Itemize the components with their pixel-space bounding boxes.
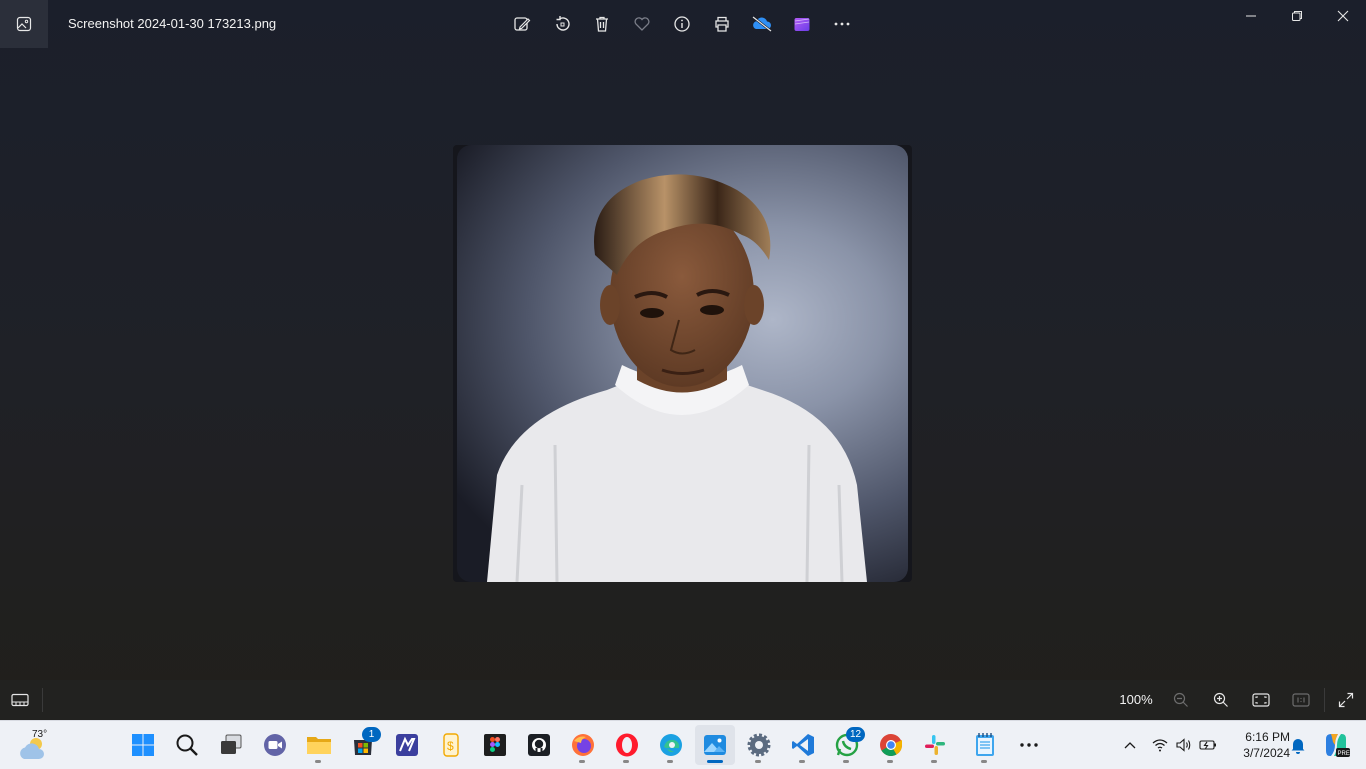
minimize-icon[interactable]	[1228, 0, 1274, 32]
edge-app[interactable]	[651, 725, 691, 765]
wifi-icon[interactable]	[1148, 725, 1172, 765]
notification-badge: 1	[362, 727, 381, 742]
firefox-app[interactable]	[563, 725, 603, 765]
notification-bell-icon[interactable]	[1284, 725, 1312, 765]
running-indicator	[623, 760, 629, 763]
filmstrip-toggle-icon[interactable]	[0, 680, 40, 720]
system-tray	[1118, 721, 1220, 769]
fit-to-window-icon[interactable]	[1241, 680, 1281, 720]
restore-icon[interactable]	[1274, 0, 1320, 32]
more-apps-button[interactable]	[1009, 725, 1049, 765]
photos-window: Screenshot 2024-01-30 173213.png 100%	[0, 0, 1366, 720]
svg-text:$: $	[447, 739, 454, 753]
full-screen-icon[interactable]	[1326, 680, 1366, 720]
chrome-app[interactable]	[871, 725, 911, 765]
close-icon[interactable]	[1320, 0, 1366, 32]
title-bar: Screenshot 2024-01-30 173213.png	[0, 0, 1366, 48]
running-indicator	[799, 760, 805, 763]
image-canvas[interactable]	[453, 145, 912, 582]
taskbar-clock[interactable]: 6:16 PM 3/7/2024	[1228, 729, 1290, 761]
opera-app[interactable]	[607, 725, 647, 765]
running-indicator	[843, 760, 849, 763]
actual-size-icon[interactable]	[1281, 680, 1321, 720]
divider	[1324, 688, 1325, 712]
photos-app[interactable]	[695, 725, 735, 765]
image-toolbar	[502, 4, 862, 44]
running-indicator	[707, 760, 723, 763]
running-indicator	[755, 760, 761, 763]
notepad-app[interactable]	[965, 725, 1005, 765]
whatsapp-app[interactable]: 12	[827, 725, 867, 765]
chevron-up-icon[interactable]	[1118, 725, 1142, 765]
search-button[interactable]	[167, 725, 207, 765]
copilot-pre-label: PRE	[1338, 751, 1350, 757]
more-options-icon[interactable]	[822, 4, 862, 44]
clock-time: 6:16 PM	[1245, 730, 1290, 744]
volume-icon[interactable]	[1172, 725, 1196, 765]
figma-app[interactable]	[475, 725, 515, 765]
photos-app-icon[interactable]	[0, 0, 48, 48]
microsoft-store-app[interactable]: 1	[343, 725, 383, 765]
clock-date: 3/7/2024	[1243, 746, 1290, 760]
settings-app[interactable]	[739, 725, 779, 765]
favorite-heart-icon[interactable]	[622, 4, 662, 44]
window-controls	[1228, 0, 1366, 32]
start-button[interactable]	[123, 725, 163, 765]
delete-icon[interactable]	[582, 4, 622, 44]
running-indicator	[315, 760, 321, 763]
weather-temperature: 73°	[32, 729, 48, 740]
running-indicator	[667, 760, 673, 763]
onedrive-sync-off-icon[interactable]	[742, 4, 782, 44]
notification-badge: 12	[846, 727, 865, 742]
running-indicator	[981, 760, 987, 763]
task-view-button[interactable]	[211, 725, 251, 765]
running-indicator	[931, 760, 937, 763]
github-app[interactable]	[519, 725, 559, 765]
file-explorer-app[interactable]	[299, 725, 339, 765]
info-icon[interactable]	[662, 4, 702, 44]
notion-like-app[interactable]	[387, 725, 427, 765]
battery-charging-icon[interactable]	[1196, 725, 1220, 765]
vscode-app[interactable]	[783, 725, 823, 765]
copilot-icon[interactable]: PRE	[1316, 725, 1356, 765]
rotate-icon[interactable]	[542, 4, 582, 44]
running-indicator	[887, 760, 893, 763]
zoom-level-readout[interactable]: 100%	[1118, 692, 1154, 707]
running-indicator	[579, 760, 585, 763]
sketch-app[interactable]: $	[431, 725, 471, 765]
taskbar: 73° 1 $ 12 6:16 PM 3/7/2024 PRE	[0, 720, 1366, 769]
zoom-out-icon[interactable]	[1161, 680, 1201, 720]
teams-meet-app[interactable]	[255, 725, 295, 765]
clipchamp-icon[interactable]	[782, 4, 822, 44]
divider	[42, 688, 43, 712]
slack-app[interactable]	[915, 725, 955, 765]
portrait-photo	[457, 145, 908, 582]
file-name-title: Screenshot 2024-01-30 173213.png	[68, 16, 277, 31]
zoom-in-icon[interactable]	[1201, 680, 1241, 720]
viewer-status-bar: 100%	[0, 680, 1366, 720]
edit-image-icon[interactable]	[502, 4, 542, 44]
print-icon[interactable]	[702, 4, 742, 44]
